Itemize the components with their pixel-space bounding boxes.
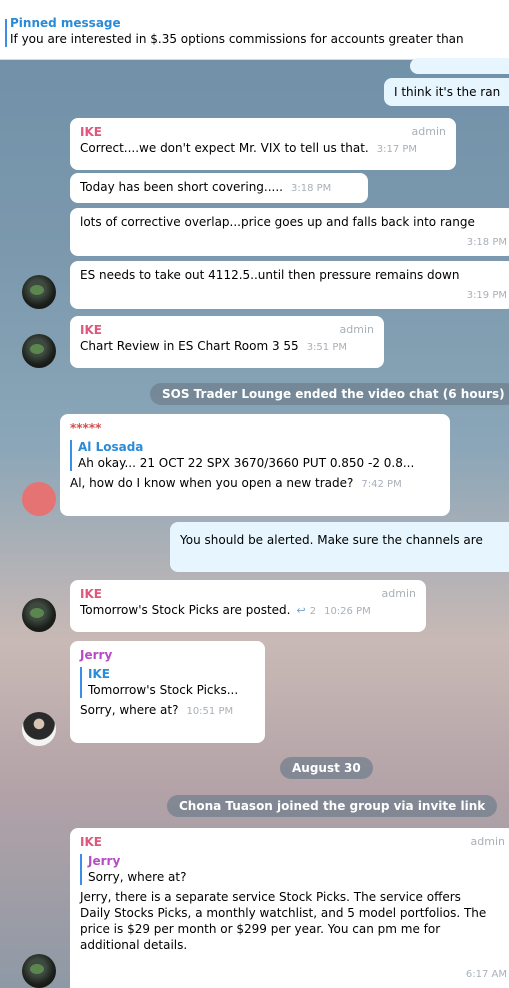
outgoing-message[interactable]: You should be alerted. Make sure the cha…	[170, 522, 509, 572]
message-text: ES needs to take out 4112.5..until then …	[80, 268, 460, 282]
avatar[interactable]	[22, 712, 56, 746]
message-bubble[interactable]: Today has been short covering..... 3:18 P…	[70, 173, 368, 203]
outgoing-message[interactable]: I think it's the ran	[384, 78, 509, 106]
message-time: 6:17 AM	[465, 969, 507, 980]
admin-badge: admin	[339, 323, 374, 336]
pinned-accent-bar	[5, 19, 7, 47]
message-line: price is $29 per month or $299 per year.…	[80, 922, 441, 936]
avatar[interactable]	[22, 598, 56, 632]
message-bubble[interactable]: IKE admin Tomorrow's Stock Picks are pos…	[70, 580, 426, 632]
avatar[interactable]	[22, 482, 56, 516]
message-text: Al, how do I know when you open a new tr…	[70, 476, 354, 490]
avatar[interactable]	[22, 334, 56, 368]
reply-preview[interactable]: Al Losada Ah okay... 21 OCT 22 SPX 3670/…	[70, 440, 440, 471]
message-time: 7:42 PM	[361, 479, 402, 490]
message-text: Tomorrow's Stock Picks are posted.	[80, 603, 291, 617]
message-bubble[interactable]: ***** Al Losada Ah okay... 21 OCT 22 SPX…	[60, 414, 450, 516]
message-time: 3:51 PM	[306, 342, 347, 353]
sender-name[interactable]: IKE	[80, 834, 505, 850]
message-time: 3:17 PM	[376, 144, 418, 155]
admin-badge: admin	[470, 835, 505, 848]
message-bubble[interactable]: ES needs to take out 4112.5..until then …	[70, 261, 509, 309]
admin-badge: admin	[381, 587, 416, 600]
sender-name[interactable]: IKE	[80, 586, 416, 602]
avatar[interactable]	[22, 275, 56, 309]
reply-preview[interactable]: IKE Tomorrow's Stock Picks...	[80, 667, 255, 698]
reply-text: Sorry, where at?	[88, 870, 187, 884]
service-message: SOS Trader Lounge ended the video chat (…	[150, 383, 509, 405]
reply-text: Tomorrow's Stock Picks...	[88, 683, 239, 697]
message-time: 3:19 PM	[466, 290, 507, 301]
reply-sender: Al Losada	[78, 440, 144, 454]
forward-icon: ↩	[296, 604, 306, 617]
message-text: Jerry, there is a separate service Stock…	[80, 889, 505, 953]
message-text: Chart Review in ES Chart Room 3 55	[80, 339, 299, 353]
message-text: lots of corrective overlap...price goes …	[80, 215, 475, 229]
sender-name[interactable]: IKE	[80, 322, 374, 338]
message-text: Correct....we don't expect Mr. VIX to te…	[80, 141, 369, 155]
forward-count: 2	[309, 606, 317, 617]
reply-sender: Jerry	[88, 854, 121, 868]
reply-text: Ah okay... 21 OCT 22 SPX 3670/3660 PUT 0…	[78, 456, 415, 470]
message-text: Sorry, where at?	[80, 703, 179, 717]
reply-sender: IKE	[88, 667, 110, 681]
message-text: I think it's the ran	[394, 85, 501, 99]
message-line: Daily Stocks Picks, a monthly watchlist,…	[80, 906, 487, 920]
message-bubble[interactable]: IKE admin Correct....we don't expect Mr.…	[70, 118, 456, 170]
pinned-message-bar[interactable]: Pinned message If you are interested in …	[0, 0, 509, 60]
message-time: 3:18 PM	[466, 237, 507, 248]
message-time: 10:51 PM	[186, 706, 234, 717]
message-bubble[interactable]: Jerry IKE Tomorrow's Stock Picks... Sorr…	[70, 641, 265, 743]
message-text: Today has been short covering.....	[80, 180, 283, 194]
date-separator: August 30	[280, 757, 373, 779]
avatar[interactable]	[22, 954, 56, 988]
sender-name[interactable]: IKE	[80, 124, 446, 140]
message-line: additional details.	[80, 938, 188, 952]
message-bubble[interactable]: lots of corrective overlap...price goes …	[70, 208, 509, 256]
sender-name[interactable]: Jerry	[80, 647, 255, 663]
message-bubble[interactable]: IKE admin Jerry Sorry, where at? Jerry, …	[70, 828, 509, 988]
message-bubble[interactable]: IKE admin Chart Review in ES Chart Room …	[70, 316, 384, 368]
message-time: 10:26 PM	[324, 606, 371, 617]
reply-preview[interactable]: Jerry Sorry, where at?	[80, 854, 505, 885]
pinned-title: Pinned message	[10, 16, 121, 30]
outgoing-message[interactable]	[410, 58, 509, 74]
service-message: Chona Tuason joined the group via invite…	[167, 795, 498, 817]
admin-badge: admin	[411, 125, 446, 138]
message-line: Jerry, there is a separate service Stock…	[80, 890, 461, 904]
sender-name[interactable]: *****	[70, 420, 440, 436]
message-text: You should be alerted. Make sure the cha…	[180, 533, 483, 547]
message-time: 3:18 PM	[291, 183, 332, 194]
pinned-text: If you are interested in $.35 options co…	[10, 32, 464, 46]
